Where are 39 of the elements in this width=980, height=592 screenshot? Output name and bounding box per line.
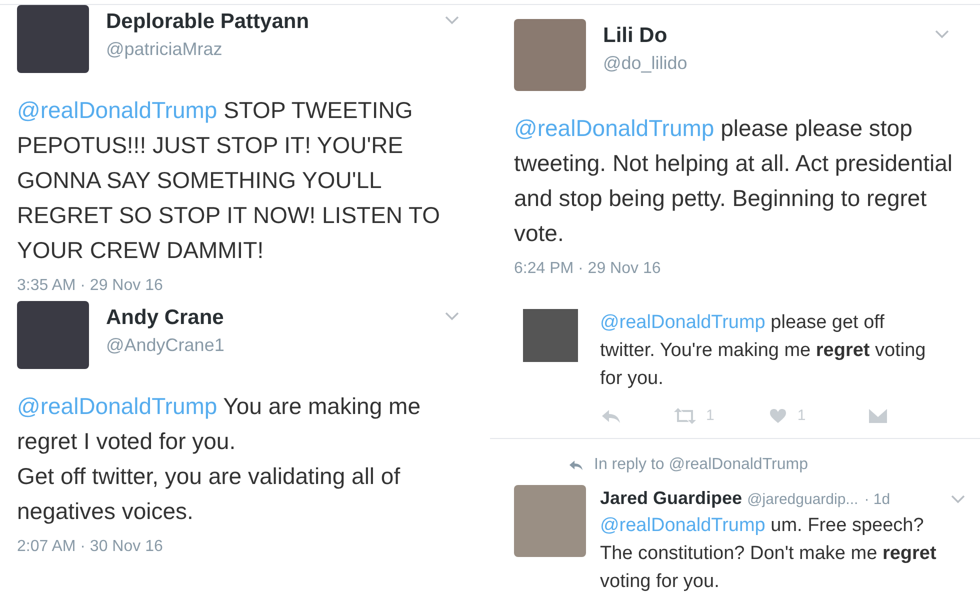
chevron-down-icon[interactable] <box>444 15 460 25</box>
envelope-icon[interactable] <box>868 408 888 424</box>
avatar-photo-placeholder <box>514 19 586 91</box>
mention-link[interactable]: @realDonaldTrump <box>17 97 218 123</box>
tweet-timestamp: 2:07 AM · 30 Nov 16 <box>17 537 164 557</box>
tweet-text: @realDonaldTrump please get off twitter. You're making me regret voting for you. <box>600 311 927 391</box>
mention-link[interactable]: @realDonaldTrump <box>514 115 714 141</box>
tweet-text: @realDonaldTrump You are making me regret I voted for you. Get off twitter, you are validating all of negatives voices. <box>17 392 422 526</box>
retweet-button[interactable]: 1 <box>672 405 714 428</box>
user-handle: @patriciaMraz <box>106 38 224 61</box>
mention-link[interactable]: @realDonaldTrump <box>600 312 766 333</box>
user-handle: @AndyCrane1 <box>106 334 226 357</box>
mention-link[interactable]: @realDonaldTrump <box>600 514 766 536</box>
retweet-icon <box>672 408 698 424</box>
avatar-photo-placeholder <box>17 5 89 73</box>
in-reply-to-text: In reply to @realDonaldTrump <box>594 454 808 474</box>
reply-icon[interactable] <box>600 408 622 424</box>
user-name: Jared Guardipee <box>600 486 742 510</box>
tweet-timestamp: 3:35 AM · 29 Nov 16 <box>17 276 164 296</box>
user-name: Andy Crane <box>106 305 225 331</box>
user-name: Lili Do <box>603 23 668 49</box>
chevron-down-icon[interactable] <box>950 494 966 504</box>
user-name: Deplorable Pattyann <box>106 9 310 35</box>
avatar-photo-placeholder <box>17 301 89 369</box>
tweet-age: · 1d <box>864 490 890 510</box>
chevron-down-icon[interactable] <box>444 311 460 321</box>
like-button[interactable]: 1 <box>769 405 806 428</box>
tweet-text: @realDonaldTrump um. Free speech? The constitution? Don't make me regret voting for you. <box>600 514 938 592</box>
heart-icon <box>769 408 788 424</box>
user-handle: @jaredguardip... <box>747 490 858 510</box>
chevron-down-icon[interactable] <box>934 29 950 39</box>
reply-icon <box>568 458 584 470</box>
mention-link[interactable]: @realDonaldTrump <box>17 393 218 419</box>
tweet-text: @realDonaldTrump STOP TWEETING PEPOTUS!!! JUST STOP IT! YOU'RE GONNA SAY SOMETHING YOU'LL REGRET SO STOP IT NOW! LISTEN TO YOUR CREW DAMMIT! <box>17 96 442 265</box>
tweet-text: @realDonaldTrump please please stop tweeting. Not helping at all. Act presidential and stop being petty. Beginning to regret vote. <box>514 114 954 248</box>
user-handle: @do_lilido <box>603 52 688 75</box>
avatar-photo-placeholder <box>523 309 578 362</box>
avatar-photo-placeholder <box>514 484 586 556</box>
tweet-timestamp: 6:24 PM · 29 Nov 16 <box>514 259 662 279</box>
